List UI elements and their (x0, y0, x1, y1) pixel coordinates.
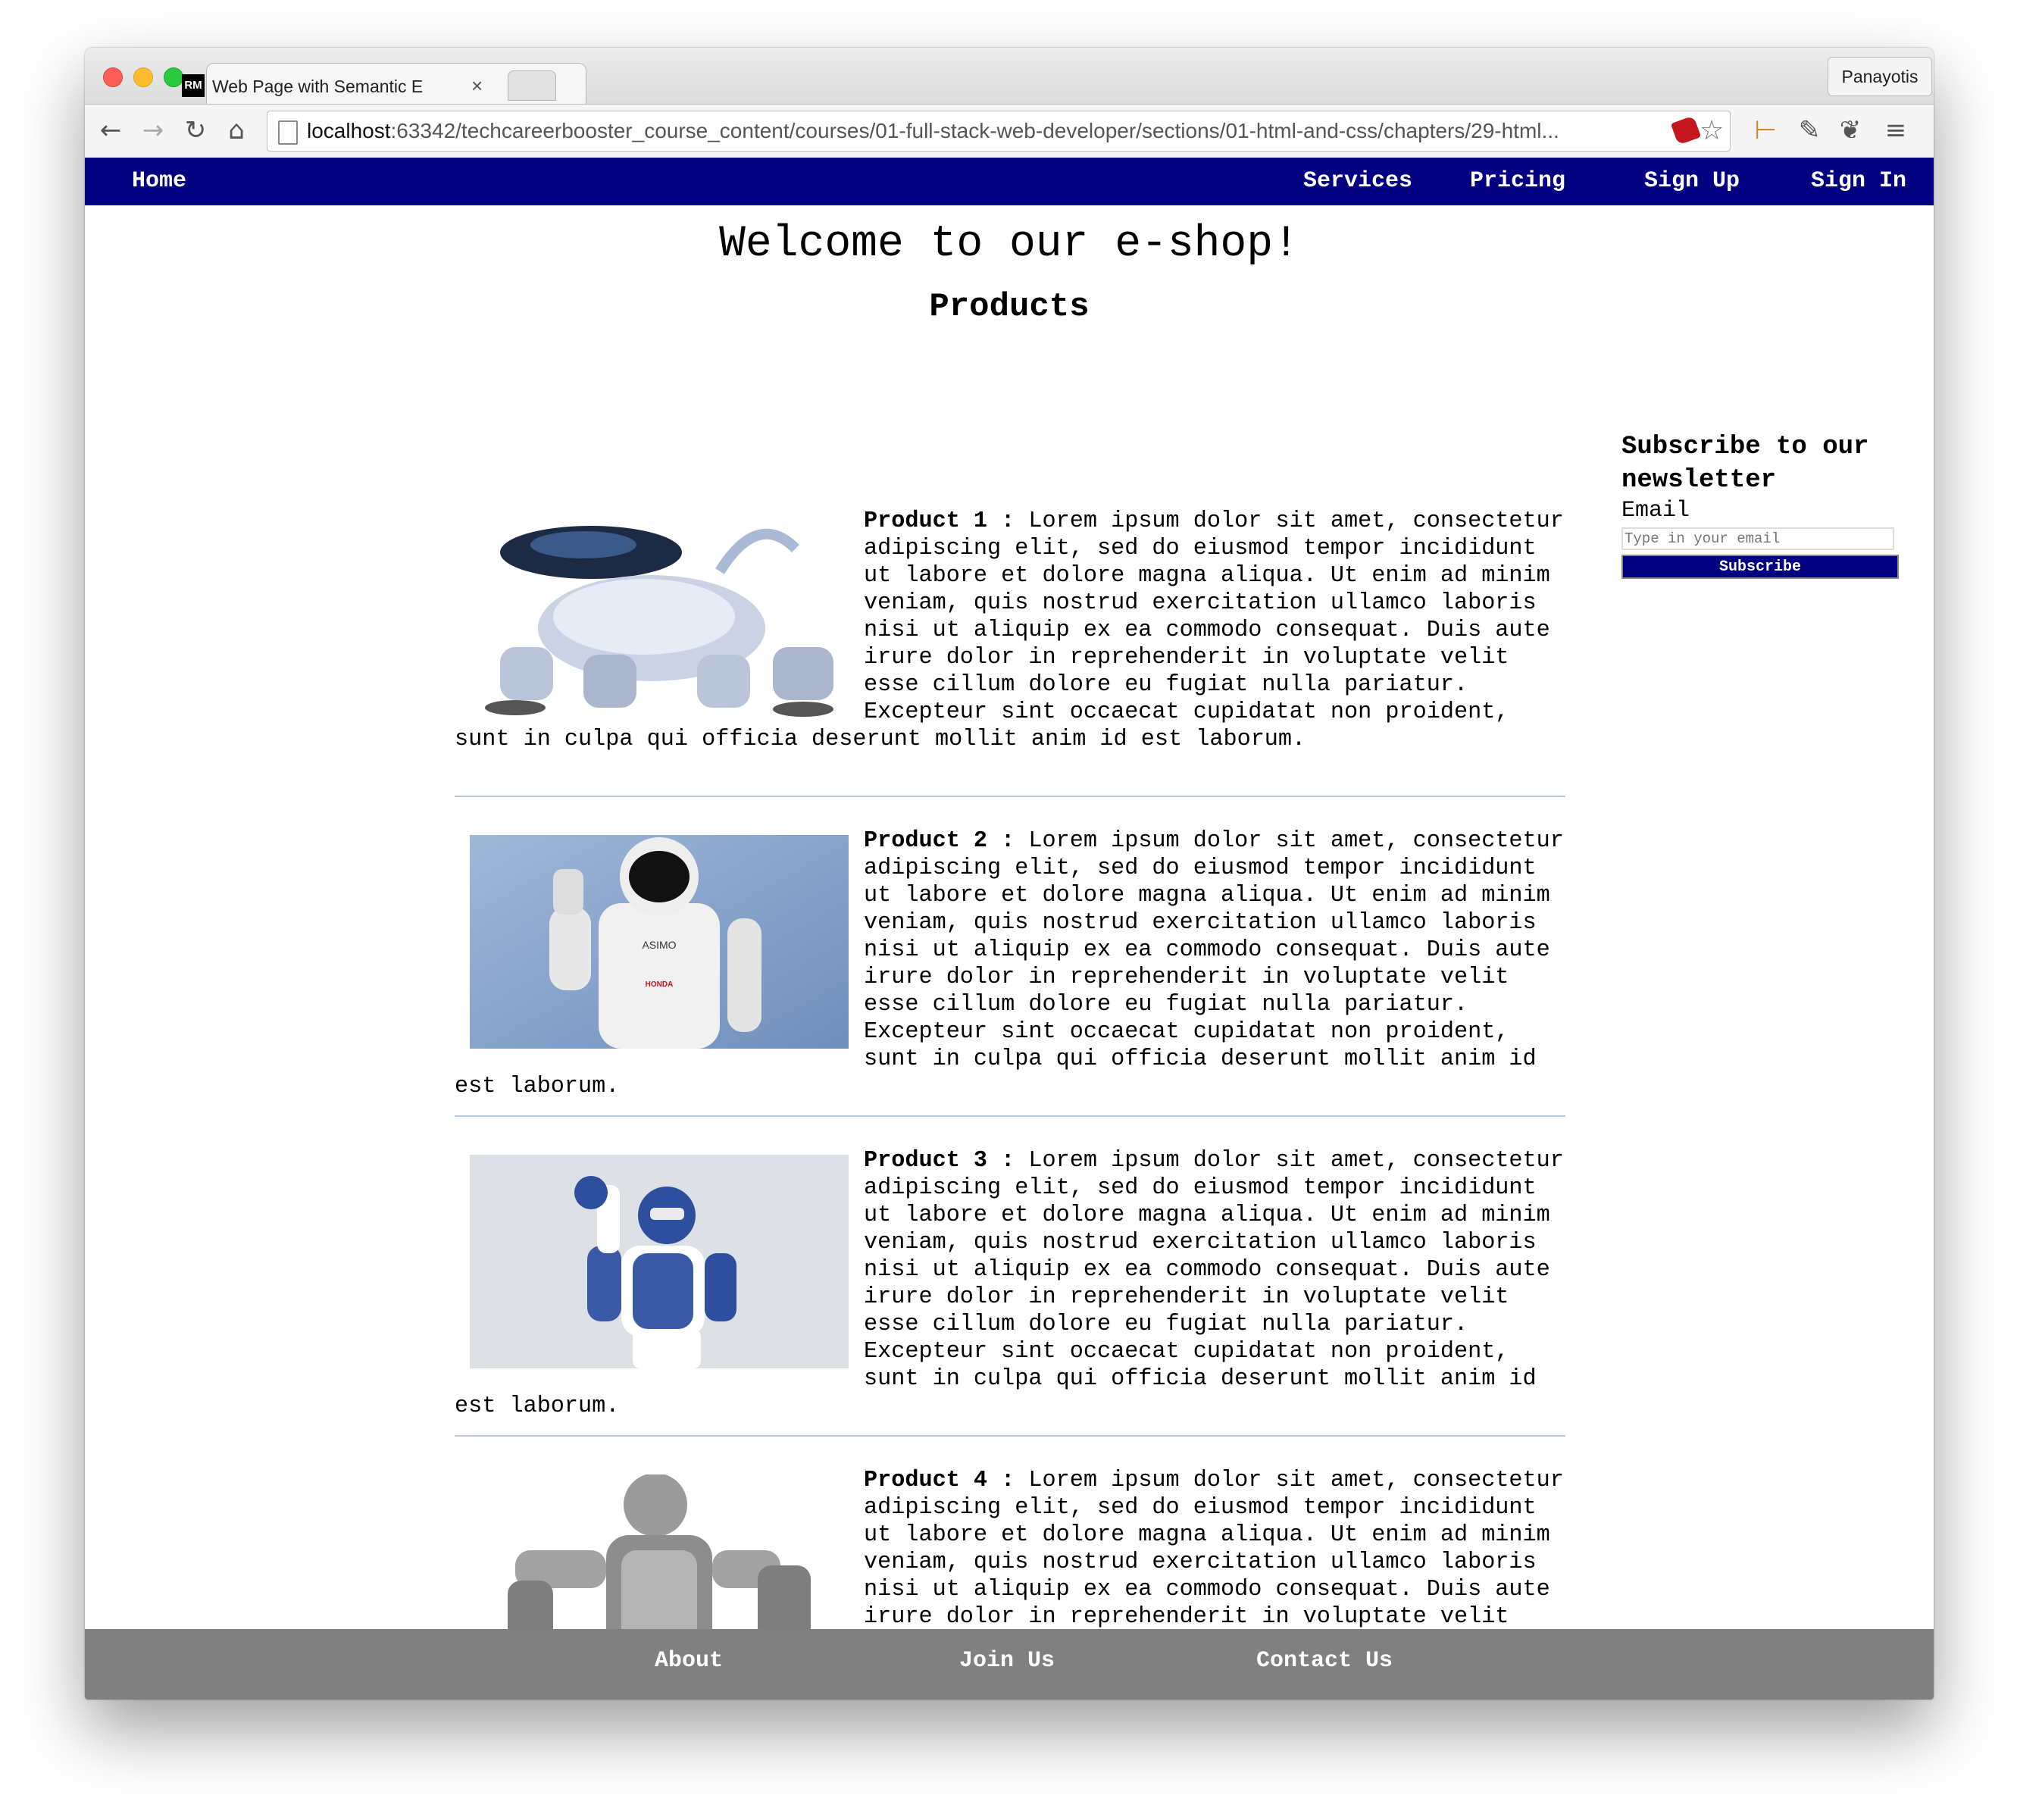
profile-button[interactable]: Panayotis (1828, 57, 1932, 96)
product-card: Product 3 : Lorem ipsum dolor sit amet, … (455, 1147, 1565, 1420)
new-tab-button[interactable] (508, 70, 556, 101)
browser-toolbar: ← → ↻ ⌂ localhost:63342/techcareerbooste… (85, 104, 1934, 158)
page-footer: About Join Us Contact Us (85, 1629, 1934, 1700)
minimize-window-button[interactable] (133, 67, 153, 87)
home-icon[interactable]: ⌂ (221, 115, 252, 145)
title-bar: RM Web Page with Semantic E × Panayotis (85, 48, 1934, 105)
product-separator (455, 1435, 1565, 1437)
email-input[interactable] (1621, 527, 1894, 550)
email-label: Email (1621, 498, 1690, 524)
tab-favicon-icon: RM (182, 74, 205, 97)
nav-home-link[interactable]: Home (132, 158, 186, 205)
footer-about-link[interactable]: About (655, 1646, 723, 1676)
honda-logo-text: HONDA (646, 980, 674, 989)
ruby-icon[interactable] (1670, 115, 1702, 145)
humanoid-robot-image: ASIMO HONDA (470, 835, 849, 1049)
nav-pricing-link[interactable]: Pricing (1470, 158, 1565, 205)
eyedropper-icon[interactable]: ✎ (1794, 115, 1825, 145)
product-label: Product 4 : (864, 1468, 1015, 1493)
url-host: localhost (307, 119, 391, 142)
back-icon[interactable]: ← (95, 115, 126, 145)
product-label: Product 2 : (864, 828, 1015, 854)
browser-window: RM Web Page with Semantic E × Panayotis … (85, 48, 1934, 1700)
products-heading: Products (929, 288, 1090, 326)
footer-contact-us-link[interactable]: Contact Us (1256, 1646, 1393, 1676)
bookmark-icon[interactable]: ⊢ (1750, 115, 1781, 145)
product-card: ASIMO HONDA Product 2 : Lorem ipsum dolo… (455, 827, 1565, 1100)
product-separator (455, 1115, 1565, 1117)
footer-join-us-link[interactable]: Join Us (959, 1646, 1055, 1676)
nav-sign-up-link[interactable]: Sign Up (1644, 158, 1740, 205)
url-text[interactable]: localhost:63342/techcareerbooster_course… (307, 111, 1663, 151)
robot-dog-image (470, 503, 849, 717)
nav-sign-in-link[interactable]: Sign In (1811, 158, 1906, 205)
forward-icon[interactable]: → (138, 115, 168, 145)
nav-services-link[interactable]: Services (1303, 158, 1412, 205)
tab-close-icon[interactable]: × (471, 73, 483, 99)
page-icon (278, 120, 298, 145)
url-path: :63342/techcareerbooster_course_content/… (390, 119, 1559, 142)
product-label: Product 1 : (864, 508, 1015, 534)
newsletter-heading: Subscribe to our newsletter (1621, 433, 1869, 495)
evernote-icon[interactable]: ❦ (1835, 115, 1865, 145)
maximize-window-button[interactable] (164, 67, 183, 87)
address-bar[interactable]: localhost:63342/techcareerbooster_course… (267, 111, 1731, 152)
product-separator (455, 796, 1565, 797)
product-card: Product 1 : Lorem ipsum dolor sit amet, … (455, 503, 1565, 753)
blue-robot-image (470, 1155, 849, 1368)
asimo-logo-text: ASIMO (642, 939, 676, 951)
reload-icon[interactable]: ↻ (180, 115, 211, 145)
page-viewport: Home Services Pricing Sign Up Sign In We… (85, 158, 1934, 1700)
product-label: Product 3 : (864, 1148, 1015, 1174)
newsletter-sidebar: Subscribe to our newsletter Email Subscr… (1621, 430, 1902, 579)
subscribe-button[interactable]: Subscribe (1621, 555, 1899, 579)
menu-icon[interactable]: ≡ (1881, 115, 1911, 145)
close-window-button[interactable] (103, 67, 123, 87)
page-title: Welcome to our e-shop! (719, 220, 1299, 269)
top-nav: Home Services Pricing Sign Up Sign In (85, 158, 1934, 205)
star-icon[interactable]: ☆ (1700, 114, 1724, 148)
tab-title[interactable]: Web Page with Semantic E (212, 73, 432, 99)
